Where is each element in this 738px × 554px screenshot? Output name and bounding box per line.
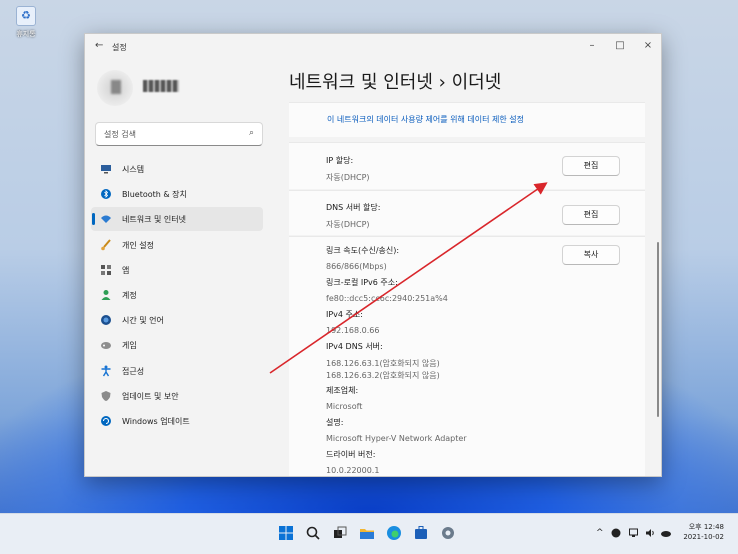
monitor-icon xyxy=(100,163,112,175)
sidebar-item-label: 앱 xyxy=(122,265,130,275)
recycle-bin-shortcut[interactable]: ♻ 휴지통 xyxy=(11,6,41,39)
sidebar-item-accessibility[interactable]: 접근성 xyxy=(91,359,263,383)
active-indicator xyxy=(92,213,95,226)
manufacturer-label: 제조업체: xyxy=(326,386,359,395)
task-view-icon[interactable] xyxy=(332,525,348,541)
description-value: Microsoft Hyper-V Network Adapter xyxy=(326,434,467,443)
accessibility-icon xyxy=(100,365,112,377)
avatar xyxy=(97,70,133,106)
edit-ip-button[interactable]: 편집 xyxy=(562,156,620,176)
store-icon[interactable] xyxy=(413,525,429,541)
clock-time: 오후 12:48 xyxy=(688,523,724,531)
scrollbar[interactable] xyxy=(657,242,659,417)
title-bar: ← 설정 – □ × xyxy=(85,34,661,60)
volume-icon[interactable] xyxy=(645,528,656,541)
manufacturer-value: Microsoft xyxy=(326,402,363,411)
link-speed-value: 866/866(Mbps) xyxy=(326,262,387,271)
driver-version-value: 10.0.22000.1 xyxy=(326,466,380,475)
breadcrumb: 네트워크 및 인터넷 › 이더넷 xyxy=(289,68,501,94)
settings-icon[interactable] xyxy=(440,525,456,541)
ipv4-dns-value-1: 168.126.63.1(암호화되지 않음) xyxy=(326,359,440,368)
sidebar-item-label: 시스템 xyxy=(122,165,145,174)
description-label: 설명: xyxy=(326,418,344,427)
taskbar: ^ 오후 12:48 2021-10-02 xyxy=(0,513,738,554)
user-profile[interactable] xyxy=(97,68,257,108)
sidebar-item-windows-update[interactable]: Windows 업데이트 xyxy=(91,409,263,433)
onedrive-icon[interactable] xyxy=(660,528,672,541)
recycle-bin-label: 휴지통 xyxy=(16,30,36,38)
sidebar-item-update-security[interactable]: 업데이트 및 보안 xyxy=(91,384,263,408)
network-tray-icon[interactable] xyxy=(629,528,640,541)
edge-icon[interactable] xyxy=(386,525,402,541)
profile-name-redacted xyxy=(143,80,179,92)
system-clock[interactable]: 오후 12:48 2021-10-02 xyxy=(683,522,724,542)
wifi-icon xyxy=(100,213,112,225)
globe-clock-icon xyxy=(100,314,112,326)
sidebar-item-personalization[interactable]: 개인 설정 xyxy=(91,233,263,257)
defender-icon[interactable] xyxy=(611,528,621,541)
sidebar-item-accounts[interactable]: 계정 xyxy=(91,283,263,307)
search-icon: ⌕ xyxy=(248,128,254,138)
sidebar-item-network[interactable]: 네트워크 및 인터넷 xyxy=(91,207,263,232)
search-input[interactable]: 설정 검색 ⌕ xyxy=(95,122,263,146)
copy-button[interactable]: 복사 xyxy=(562,245,620,265)
settings-window: ← 설정 – □ × 설정 검색 ⌕ 시스템 Bluetooth & 장치 네트… xyxy=(84,33,662,477)
link-speed-label: 링크 속도(수신/송신): xyxy=(326,246,400,255)
ip-assignment-value: 자동(DHCP) xyxy=(326,173,370,182)
data-limit-link[interactable]: 이 네트워크의 데이터 사용량 제어를 위해 데이터 제한 설정 xyxy=(327,114,524,125)
brush-icon xyxy=(100,238,112,251)
sidebar-item-label: 업데이트 및 보안 xyxy=(122,391,179,401)
ethernet-details: 이 네트워크의 데이터 사용량 제어를 위해 데이터 제한 설정 IP 할당: … xyxy=(289,102,651,476)
app-title: 설정 xyxy=(112,43,127,52)
ip-assignment-card: IP 할당: 자동(DHCP) 편집 xyxy=(289,142,645,189)
ipv4-value: 192.168.0.66 xyxy=(326,326,380,335)
sidebar-item-label: 접근성 xyxy=(122,366,145,376)
ip-assignment-label: IP 할당: xyxy=(326,156,354,165)
apps-icon xyxy=(100,264,112,276)
maximize-button[interactable]: □ xyxy=(609,38,631,54)
driver-version-label: 드라이버 버전: xyxy=(326,450,376,459)
search-placeholder: 설정 검색 xyxy=(104,130,136,139)
sidebar-nav: 시스템 Bluetooth & 장치 네트워크 및 인터넷 개인 설정 앱 계정… xyxy=(91,157,263,434)
dns-assignment-value: 자동(DHCP) xyxy=(326,220,370,229)
bluetooth-icon xyxy=(100,188,112,200)
ipv4-dns-label: IPv4 DNS 서버: xyxy=(326,342,383,351)
sidebar-item-label: 네트워크 및 인터넷 xyxy=(122,215,186,225)
shield-icon xyxy=(100,390,112,402)
edit-dns-button[interactable]: 편집 xyxy=(562,205,620,225)
page-title: 이더넷 xyxy=(451,72,502,93)
sidebar-item-gaming[interactable]: 게임 xyxy=(91,333,263,357)
sidebar-item-system[interactable]: 시스템 xyxy=(91,157,263,181)
sidebar-item-label: 계정 xyxy=(122,290,137,300)
ipv4-dns-value-2: 168.126.63.2(암호화되지 않음) xyxy=(326,371,440,380)
sidebar-item-apps[interactable]: 앱 xyxy=(91,258,263,282)
windows-start-icon[interactable] xyxy=(278,525,294,541)
clock-date: 2021-10-02 xyxy=(683,533,724,541)
ipv4-label: IPv4 주소: xyxy=(326,310,363,319)
sidebar-item-label: Bluetooth & 장치 xyxy=(122,190,187,200)
file-explorer-icon[interactable] xyxy=(359,525,375,541)
windows-update-icon xyxy=(100,415,112,427)
back-arrow-icon[interactable]: ← xyxy=(95,40,103,51)
minimize-button[interactable]: – xyxy=(581,38,603,54)
search-icon[interactable] xyxy=(305,525,321,541)
sidebar-item-label: 시간 및 언어 xyxy=(122,316,164,326)
person-icon xyxy=(100,289,112,301)
breadcrumb-parent[interactable]: 네트워크 및 인터넷 xyxy=(289,72,433,93)
breadcrumb-separator: › xyxy=(438,72,446,93)
sidebar-item-label: 개인 설정 xyxy=(122,240,154,250)
sidebar-item-bluetooth[interactable]: Bluetooth & 장치 xyxy=(91,182,263,206)
dns-assignment-label: DNS 서버 할당: xyxy=(326,203,381,212)
sidebar-item-label: Windows 업데이트 xyxy=(122,416,190,426)
properties-card: 복사 링크 속도(수신/송신): 866/866(Mbps) 링크-로컬 IPv… xyxy=(289,236,645,476)
ipv6-label: 링크-로컬 IPv6 주소: xyxy=(326,278,398,287)
sidebar-item-label: 게임 xyxy=(122,341,137,351)
gamepad-icon xyxy=(100,339,112,351)
sidebar-item-time-language[interactable]: 시간 및 언어 xyxy=(91,308,263,332)
close-button[interactable]: × xyxy=(637,38,659,54)
ipv6-value: fe80::dcc5:cc6c:2940:251a%4 xyxy=(326,294,448,303)
recycle-bin-icon: ♻ xyxy=(16,6,36,26)
dns-assignment-card: DNS 서버 할당: 자동(DHCP) 편집 xyxy=(289,190,645,235)
tray-chevron-icon[interactable]: ^ xyxy=(596,528,604,538)
